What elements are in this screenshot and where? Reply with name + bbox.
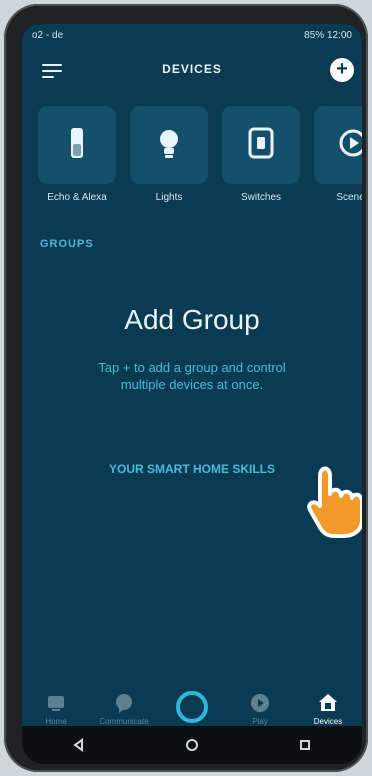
add-group-title: Add Group — [124, 304, 260, 335]
add-group-description: Tap + to add a group and control multipl… — [98, 360, 286, 392]
bulb-icon — [160, 130, 178, 158]
nav-communicate-label: Communicate — [99, 717, 149, 726]
nav-communicate[interactable]: Communicate — [94, 689, 154, 726]
nav-home-label: Home — [45, 717, 67, 726]
recents-icon[interactable] — [298, 738, 312, 752]
scenes-icon — [339, 129, 362, 157]
category-switches[interactable]: Switches — [222, 106, 300, 203]
category-label: Echo & Alexa — [47, 192, 107, 203]
nav-play[interactable]: Play — [230, 689, 290, 726]
category-echo-alexa[interactable]: Echo & Alexa — [38, 106, 116, 203]
nav-home[interactable]: Home — [26, 689, 86, 726]
page-title: DEVICES — [162, 62, 222, 76]
alexa-icon — [176, 691, 208, 723]
nav-devices-label: Devices — [313, 717, 343, 726]
top-bar: DEVICES + — [22, 50, 362, 92]
devices-icon — [319, 694, 337, 711]
groups-heading: GROUPS — [40, 238, 94, 250]
pointer-hand-icon — [307, 466, 362, 538]
nav-devices[interactable]: Devices — [298, 689, 358, 726]
carrier-text: o2 - de — [32, 29, 64, 41]
nav-play-label: Play — [252, 717, 268, 726]
device-categories: Echo & Alexa Lights Switches Scene — [38, 106, 362, 206]
category-label: Lights — [155, 192, 183, 203]
phone-frame: o2 - de 85% 12:00 DEVICES + Echo & Alexa — [4, 4, 368, 772]
add-button[interactable]: + — [330, 58, 354, 82]
back-icon[interactable] — [72, 738, 86, 752]
status-right: 85% 12:00 — [304, 29, 352, 41]
nav-alexa[interactable] — [162, 688, 222, 726]
category-label: Scenes — [336, 192, 362, 203]
home-button-icon[interactable] — [185, 738, 199, 752]
category-scenes[interactable]: Scenes — [314, 106, 362, 203]
bottom-nav: Home Communicate Play Devices — [22, 680, 362, 726]
android-nav-bar — [22, 726, 362, 764]
chat-icon — [116, 694, 132, 713]
category-lights[interactable]: Lights — [130, 106, 208, 203]
switch-icon — [248, 127, 274, 159]
screen: o2 - de 85% 12:00 DEVICES + Echo & Alexa — [22, 24, 362, 764]
category-label: Switches — [240, 192, 281, 203]
echo-icon — [71, 128, 83, 158]
play-icon — [251, 694, 269, 712]
status-bar: o2 - de 85% 12:00 — [22, 24, 362, 46]
home-icon — [48, 696, 64, 711]
